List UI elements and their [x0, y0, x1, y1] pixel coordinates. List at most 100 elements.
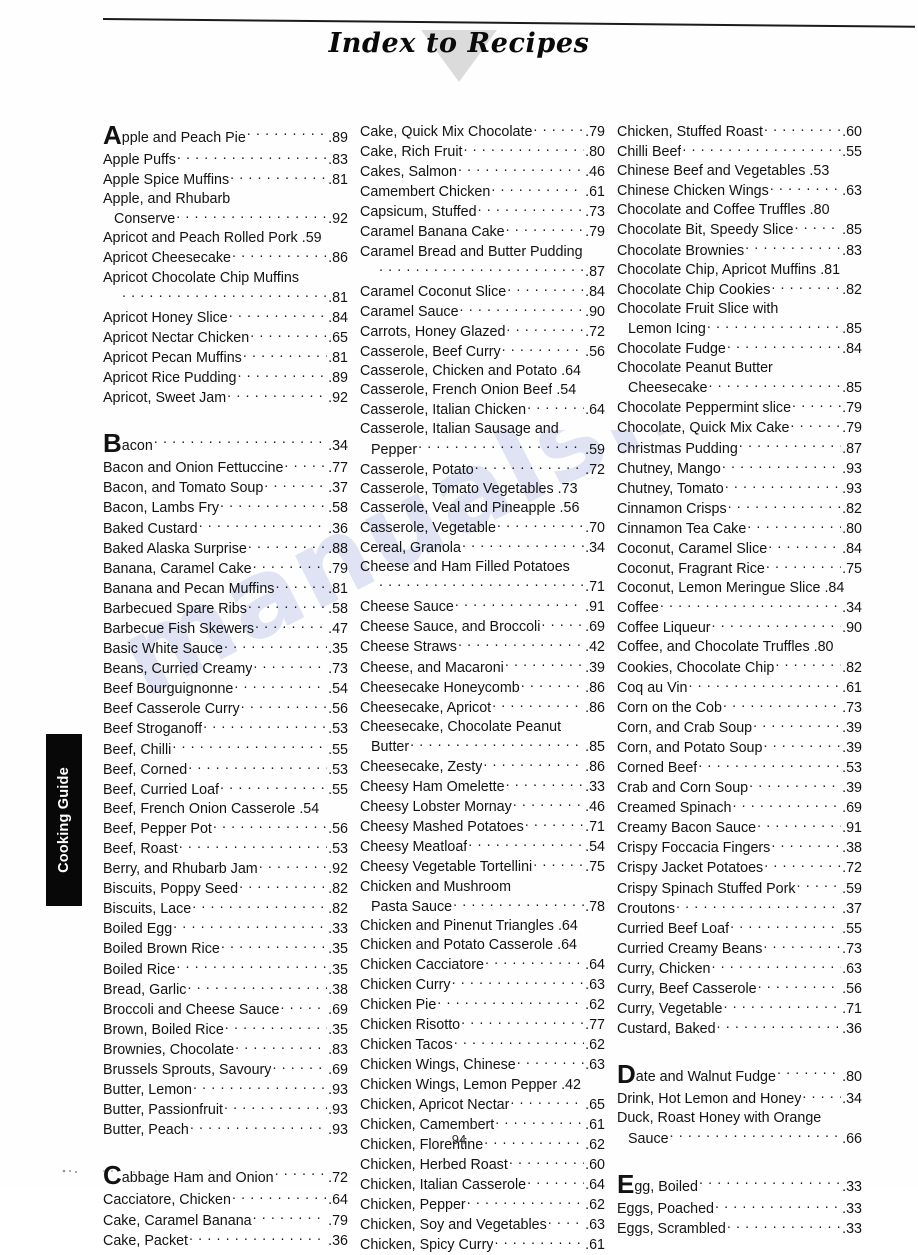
- index-entry[interactable]: Corn on the Cob .73: [617, 698, 862, 718]
- index-entry[interactable]: Cake, Quick Mix Chocolate .79: [360, 122, 605, 142]
- index-entry[interactable]: Banana and Pecan Muffins .81: [103, 579, 348, 599]
- index-entry[interactable]: Chocolate Chip Cookies .82: [617, 280, 862, 300]
- index-entry[interactable]: Carrots, Honey Glazed .72: [360, 322, 605, 342]
- index-entry[interactable]: .81: [103, 288, 348, 308]
- index-entry[interactable]: Cakes, Salmon .46: [360, 162, 605, 182]
- index-entry[interactable]: Chutney, Tomato .93: [617, 479, 862, 499]
- index-entry[interactable]: Cacciatore, Chicken .64: [103, 1190, 348, 1210]
- index-entry[interactable]: Cake, Rich Fruit .80: [360, 142, 605, 162]
- index-section-entry[interactable]: Apple and Peach Pie .89: [103, 124, 348, 150]
- index-entry[interactable]: Coffee .34: [617, 598, 862, 618]
- index-entry[interactable]: Apple, and Rhubarb: [103, 190, 348, 209]
- index-entry[interactable]: Chocolate Fruit Slice with: [617, 300, 862, 319]
- index-entry[interactable]: Cheesecake, Zesty .86: [360, 757, 605, 777]
- index-entry[interactable]: Chicken Pie .62: [360, 995, 605, 1015]
- index-entry[interactable]: Curried Creamy Beans .73: [617, 939, 862, 959]
- index-entry[interactable]: Casserole, Veal and Pineapple .56: [360, 499, 605, 518]
- index-entry[interactable]: Beef Bourguignonne .54: [103, 679, 348, 699]
- index-entry[interactable]: Custard, Baked .36: [617, 1019, 862, 1039]
- index-entry[interactable]: Boiled Brown Rice .35: [103, 939, 348, 959]
- index-entry[interactable]: Pepper .59: [360, 440, 605, 460]
- index-entry[interactable]: Corn, and Potato Soup .39: [617, 738, 862, 758]
- index-entry[interactable]: Apple Spice Muffins .81: [103, 170, 348, 190]
- index-entry[interactable]: Corn, and Crab Soup .39: [617, 718, 862, 738]
- index-entry[interactable]: Duck, Roast Honey with Orange: [617, 1109, 862, 1128]
- index-entry[interactable]: Brown, Boiled Rice .35: [103, 1020, 348, 1040]
- index-entry[interactable]: Brownies, Chocolate .83: [103, 1040, 348, 1060]
- index-entry[interactable]: Chocolate Peppermint slice .79: [617, 398, 862, 418]
- index-entry[interactable]: Croutons .37: [617, 899, 862, 919]
- index-entry[interactable]: Cheesy Ham Omelette .33: [360, 777, 605, 797]
- index-section-entry[interactable]: Cabbage Ham and Onion .72: [103, 1164, 348, 1190]
- index-entry[interactable]: Butter, Passionfruit .93: [103, 1100, 348, 1120]
- index-entry[interactable]: Chocolate Chip, Apricot Muffins .81: [617, 261, 862, 280]
- index-entry[interactable]: Apricot Rice Pudding .89: [103, 368, 348, 388]
- index-entry[interactable]: Butter .85: [360, 737, 605, 757]
- index-entry[interactable]: Cheesy Lobster Mornay .46: [360, 797, 605, 817]
- index-entry[interactable]: Barbecue Fish Skewers .47: [103, 619, 348, 639]
- index-entry[interactable]: Conserve .92: [103, 209, 348, 229]
- index-entry[interactable]: Coconut, Lemon Meringue Slice .84: [617, 579, 862, 598]
- index-entry[interactable]: Pasta Sauce .78: [360, 897, 605, 917]
- index-entry[interactable]: Apricot Nectar Chicken .65: [103, 328, 348, 348]
- index-entry[interactable]: Chutney, Mango .93: [617, 459, 862, 479]
- index-entry[interactable]: Chicken, Pepper .62: [360, 1195, 605, 1215]
- index-section-entry[interactable]: Date and Walnut Fudge .80: [617, 1063, 862, 1089]
- index-entry[interactable]: Chocolate and Coffee Truffles .80: [617, 201, 862, 220]
- index-entry[interactable]: Apricot Honey Slice .84: [103, 308, 348, 328]
- index-entry[interactable]: Beef Stroganoff .53: [103, 719, 348, 739]
- index-entry[interactable]: Cheesecake Honeycomb .86: [360, 678, 605, 698]
- index-entry[interactable]: Apple Puffs .83: [103, 150, 348, 170]
- index-entry[interactable]: Broccoli and Cheese Sauce .69: [103, 1000, 348, 1020]
- index-entry[interactable]: Casserole, Chicken and Potato .64: [360, 362, 605, 381]
- index-entry[interactable]: Chinese Chicken Wings .63: [617, 181, 862, 201]
- index-entry[interactable]: Curried Beef Loaf .55: [617, 919, 862, 939]
- index-entry[interactable]: Coconut, Caramel Slice .84: [617, 539, 862, 559]
- index-entry[interactable]: Beef Casserole Curry .56: [103, 699, 348, 719]
- index-entry[interactable]: Caramel Bread and Butter Pudding: [360, 243, 605, 262]
- index-entry[interactable]: Cheese Sauce, and Broccoli .69: [360, 617, 605, 637]
- index-entry[interactable]: Bacon, Lambs Fry .58: [103, 498, 348, 518]
- index-entry[interactable]: Cake, Packet .36: [103, 1231, 348, 1251]
- index-entry[interactable]: Cheesy Meatloaf .54: [360, 837, 605, 857]
- index-entry[interactable]: Creamed Spinach .69: [617, 798, 862, 818]
- index-entry[interactable]: Drink, Hot Lemon and Honey .34: [617, 1089, 862, 1109]
- index-entry[interactable]: Casserole, Italian Chicken .64: [360, 400, 605, 420]
- index-entry[interactable]: Bacon, and Tomato Soup .37: [103, 478, 348, 498]
- index-entry[interactable]: Cheese Sauce .91: [360, 597, 605, 617]
- index-entry[interactable]: Beef, Corned .53: [103, 760, 348, 780]
- index-entry[interactable]: Chicken, Spicy Curry .61: [360, 1235, 605, 1255]
- index-entry[interactable]: Caramel Coconut Slice .84: [360, 282, 605, 302]
- index-entry[interactable]: Casserole, Tomato Vegetables .73: [360, 480, 605, 499]
- index-entry[interactable]: Creamy Bacon Sauce .91: [617, 818, 862, 838]
- index-entry[interactable]: Crab and Corn Soup .39: [617, 778, 862, 798]
- index-entry[interactable]: Crispy Jacket Potatoes .72: [617, 858, 862, 878]
- index-entry[interactable]: Cheesy Mashed Potatoes .71: [360, 817, 605, 837]
- index-entry[interactable]: Chilli Beef .55: [617, 142, 862, 162]
- index-entry[interactable]: Chicken and Potato Casserole .64: [360, 936, 605, 955]
- index-entry[interactable]: Chicken, Apricot Nectar .65: [360, 1095, 605, 1115]
- index-entry[interactable]: Chicken Risotto .77: [360, 1015, 605, 1035]
- index-entry[interactable]: Apricot, Sweet Jam .92: [103, 388, 348, 408]
- index-entry[interactable]: Biscuits, Lace .82: [103, 899, 348, 919]
- index-entry[interactable]: Curry, Beef Casserole .56: [617, 979, 862, 999]
- index-entry[interactable]: Chocolate Fudge .84: [617, 339, 862, 359]
- index-entry[interactable]: Chicken and Mushroom: [360, 878, 605, 897]
- index-entry[interactable]: Eggs, Poached .33: [617, 1199, 862, 1219]
- index-entry[interactable]: Bread, Garlic .38: [103, 980, 348, 1000]
- index-entry[interactable]: Casserole, French Onion Beef .54: [360, 381, 605, 400]
- index-entry[interactable]: Biscuits, Poppy Seed .82: [103, 879, 348, 899]
- index-entry[interactable]: Chicken, Stuffed Roast .60: [617, 122, 862, 142]
- index-entry[interactable]: Eggs, Scrambled .33: [617, 1219, 862, 1239]
- index-entry[interactable]: Caramel Banana Cake .79: [360, 222, 605, 242]
- index-entry[interactable]: Chocolate Brownies .83: [617, 241, 862, 261]
- index-entry[interactable]: Beef, Curried Loaf .55: [103, 780, 348, 800]
- index-entry[interactable]: Chicken Cacciatore .64: [360, 955, 605, 975]
- index-entry[interactable]: Chicken Curry .63: [360, 975, 605, 995]
- index-entry[interactable]: Coconut, Fragrant Rice .75: [617, 559, 862, 579]
- index-entry[interactable]: Cheesecake, Apricot .86: [360, 698, 605, 718]
- index-entry[interactable]: Apricot and Peach Rolled Pork .59: [103, 229, 348, 248]
- index-entry[interactable]: Cinnamon Crisps .82: [617, 499, 862, 519]
- section-tab-cooking-guide[interactable]: Cooking Guide: [46, 734, 82, 906]
- index-entry[interactable]: Chocolate Peanut Butter: [617, 359, 862, 378]
